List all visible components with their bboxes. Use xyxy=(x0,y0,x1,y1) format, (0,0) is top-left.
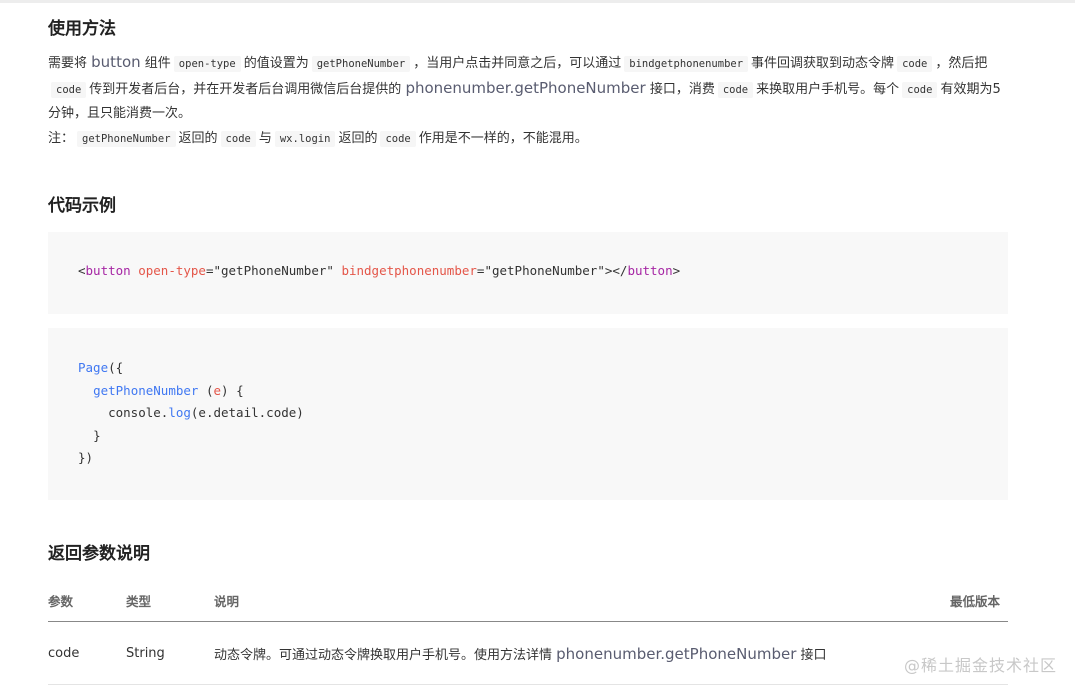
api-link-getphonenumber[interactable]: phonenumber.getPhoneNumber xyxy=(556,645,796,663)
text: 的值设置为 xyxy=(243,56,309,71)
text: 返回的 xyxy=(178,131,218,146)
code-token: ({ xyxy=(108,360,124,375)
code-token: < xyxy=(78,263,86,278)
header-param: 参数 xyxy=(48,580,126,622)
section-title-returns: 返回参数说明 xyxy=(48,544,150,564)
description-text: 动态令牌。可通过动态令牌换取用户手机号。使用方法详情 xyxy=(214,647,553,663)
code-token: ) { xyxy=(221,382,244,398)
code-token: e xyxy=(213,382,222,398)
inline-code-getphonenumber: getPhoneNumber xyxy=(311,56,411,72)
text: 与 xyxy=(258,131,272,146)
code-token: open-type xyxy=(138,263,206,278)
header-min-version: 最低版本 xyxy=(914,580,1008,622)
inline-code-code: code xyxy=(51,82,87,98)
inline-code-getphonenumber: getPhoneNumber xyxy=(77,131,176,147)
inline-code-code: code xyxy=(897,56,933,72)
cell-description: 动态令牌。可通过动态令牌换取用户手机号。使用方法详情 phonenumber.g… xyxy=(214,621,914,685)
text: 作用是不一样的，不能混用。 xyxy=(418,131,588,146)
text: 来换取用户手机号。每个 xyxy=(756,82,900,97)
inline-code-code: code xyxy=(902,82,938,98)
code-token: } xyxy=(93,427,101,443)
code-token: log xyxy=(168,405,191,420)
text: 接口，消费 xyxy=(649,82,715,97)
section-title-usage: 使用方法 xyxy=(48,19,116,39)
inline-code-code: code xyxy=(380,131,416,147)
code-token: }) xyxy=(78,450,94,465)
code-token: Page xyxy=(78,360,109,375)
code-token: button xyxy=(85,263,131,278)
cell-param-type: String xyxy=(126,621,214,685)
code-token: "getPhoneNumber" xyxy=(213,263,334,278)
section-title-example: 代码示例 xyxy=(48,196,116,216)
watermark: @稀土掘金技术社区 xyxy=(903,656,1057,675)
code-token: ( xyxy=(198,382,214,398)
header-description: 说明 xyxy=(214,580,914,622)
usage-note: 注： getPhoneNumber 返回的 code 与 wx.login 返回的 code 作… xyxy=(48,127,1008,151)
code-block-js: Page({ getPhoneNumber (e) { console.log(… xyxy=(48,328,1008,500)
code-token: ></ xyxy=(604,263,628,278)
top-divider xyxy=(0,0,1075,3)
text: ，然后把 xyxy=(935,56,988,71)
api-link-getphonenumber[interactable]: phonenumber.getPhoneNumber xyxy=(405,79,645,97)
button-word: button xyxy=(91,53,141,71)
text: 事件回调获取到动态令牌 xyxy=(751,56,895,71)
code-token: (e.detail.code) xyxy=(190,405,304,420)
text: 注： xyxy=(48,131,75,146)
text: 传到开发者后台，并在开发者后台调用微信后台提供的 xyxy=(89,82,402,97)
return-params-table: 参数 类型 说明 最低版本 code String 动态令牌。可通过动态令牌换取… xyxy=(48,580,1008,685)
code-token: getPhoneNumber xyxy=(93,382,199,398)
table-header-row: 参数 类型 说明 最低版本 xyxy=(48,580,1008,622)
description-tail: 接口 xyxy=(800,647,827,663)
code-token: > xyxy=(672,263,681,278)
code-token: bindgetphonenumber xyxy=(341,263,477,278)
table-row: code String 动态令牌。可通过动态令牌换取用户手机号。使用方法详情 p… xyxy=(48,621,1008,685)
header-type: 类型 xyxy=(126,580,214,622)
inline-code-bindgetphonenumber: bindgetphonenumber xyxy=(624,56,749,72)
inline-code-open-type: open-type xyxy=(173,56,241,72)
code-token: console. xyxy=(108,405,169,420)
text: 需要将 xyxy=(48,56,88,71)
usage-paragraph: 需要将 button 组件 open-type 的值设置为 getPhoneNumbe… xyxy=(48,50,1008,126)
code-block-wxml: <button open-type="getPhoneNumber" bindg… xyxy=(48,232,1008,314)
text: 组件 xyxy=(144,56,171,71)
inline-code-wx-login: wx.login xyxy=(274,131,336,147)
inline-code-code: code xyxy=(717,82,754,98)
text: ，当用户点击并同意之后，可以通过 xyxy=(413,56,622,71)
inline-code-code: code xyxy=(220,131,256,147)
cell-param-name: code xyxy=(48,621,126,685)
code-token: button xyxy=(627,263,673,278)
code-token: "getPhoneNumber" xyxy=(484,263,605,278)
text: 返回的 xyxy=(338,131,378,146)
